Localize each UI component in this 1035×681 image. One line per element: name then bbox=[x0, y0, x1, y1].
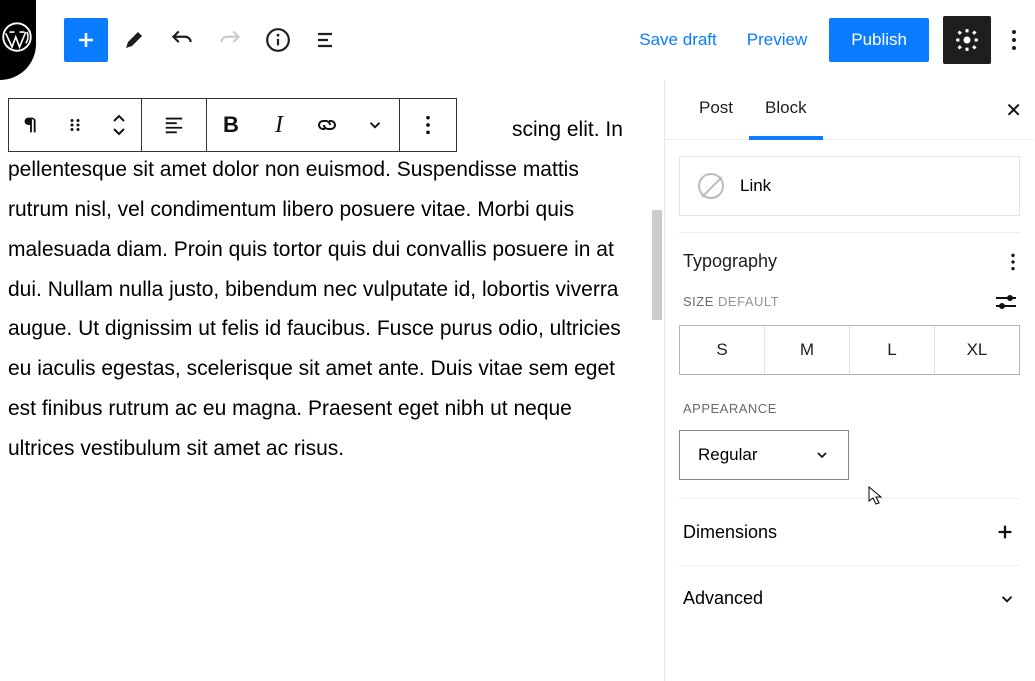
size-m[interactable]: M bbox=[765, 326, 850, 374]
typography-title: Typography bbox=[683, 251, 777, 272]
tab-post[interactable]: Post bbox=[683, 80, 749, 139]
size-default-note: DEFAULT bbox=[718, 294, 779, 309]
link-label: Link bbox=[740, 176, 771, 196]
scrollbar-thumb[interactable] bbox=[652, 210, 662, 320]
add-block-button[interactable] bbox=[64, 18, 108, 62]
size-settings-icon[interactable] bbox=[996, 295, 1016, 309]
size-s[interactable]: S bbox=[680, 326, 765, 374]
close-sidebar-button[interactable]: ✕ bbox=[1005, 80, 1022, 139]
redo-button bbox=[208, 18, 252, 62]
dimensions-title: Dimensions bbox=[683, 522, 777, 543]
italic-button[interactable]: I bbox=[255, 99, 303, 151]
align-button[interactable] bbox=[142, 99, 206, 151]
dimensions-section[interactable]: Dimensions bbox=[679, 498, 1020, 565]
editor-canvas[interactable]: B I scing elit. In pellentesque sit amet… bbox=[0, 80, 664, 681]
wordpress-logo[interactable] bbox=[0, 0, 36, 80]
list-view-button[interactable] bbox=[304, 18, 348, 62]
no-link-color-icon bbox=[698, 173, 724, 199]
move-updown-icon[interactable] bbox=[97, 99, 141, 151]
undo-button[interactable] bbox=[160, 18, 204, 62]
chevron-down-icon bbox=[814, 447, 830, 463]
appearance-label: APPEARANCE bbox=[683, 401, 777, 416]
save-draft-button[interactable]: Save draft bbox=[631, 30, 725, 50]
block-toolbar: B I bbox=[8, 98, 457, 152]
paragraph-block-icon[interactable] bbox=[9, 99, 53, 151]
chevron-down-icon bbox=[998, 590, 1016, 608]
preview-button[interactable]: Preview bbox=[739, 30, 815, 50]
drag-handle-icon[interactable] bbox=[53, 99, 97, 151]
size-segmented-control: S M L XL bbox=[679, 325, 1020, 375]
tab-block[interactable]: Block bbox=[749, 80, 823, 139]
appearance-value: Regular bbox=[698, 445, 758, 465]
typography-options-icon[interactable] bbox=[1010, 252, 1016, 272]
edit-mode-icon[interactable] bbox=[112, 18, 156, 62]
more-options-button[interactable] bbox=[1005, 28, 1023, 52]
plus-icon bbox=[994, 521, 1016, 543]
publish-button[interactable]: Publish bbox=[829, 18, 929, 62]
size-l[interactable]: L bbox=[850, 326, 935, 374]
link-button[interactable] bbox=[303, 99, 351, 151]
settings-sidebar: Post Block ✕ Link Typography SIZE DEFAUL… bbox=[664, 80, 1034, 681]
link-color-row[interactable]: Link bbox=[679, 156, 1020, 216]
size-label: SIZE bbox=[683, 294, 714, 309]
settings-button[interactable] bbox=[943, 16, 991, 64]
editor-top-bar: Save draft Preview Publish bbox=[0, 0, 1035, 80]
info-button[interactable] bbox=[256, 18, 300, 62]
advanced-section[interactable]: Advanced bbox=[679, 565, 1020, 631]
bold-button[interactable]: B bbox=[207, 99, 255, 151]
size-xl[interactable]: XL bbox=[935, 326, 1019, 374]
more-format-button[interactable] bbox=[351, 99, 399, 151]
advanced-title: Advanced bbox=[683, 588, 763, 609]
block-more-button[interactable] bbox=[400, 99, 456, 151]
appearance-select[interactable]: Regular bbox=[679, 430, 849, 480]
